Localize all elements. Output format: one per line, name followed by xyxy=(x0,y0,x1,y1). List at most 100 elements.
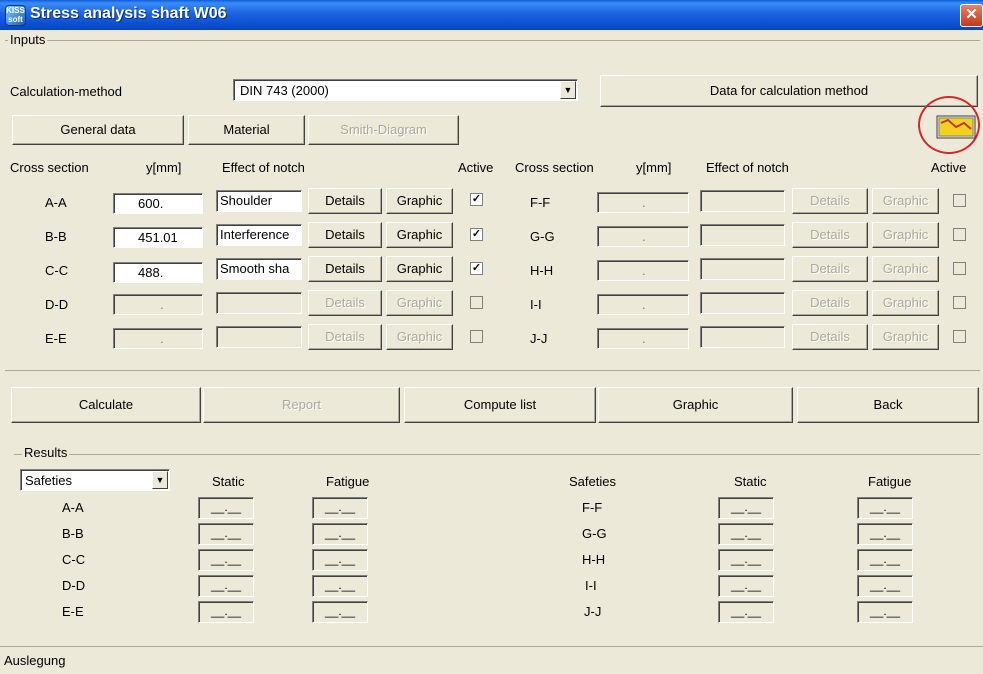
notch-input[interactable]: Interference xyxy=(216,224,302,246)
notch-input[interactable]: Smooth sha xyxy=(216,258,302,280)
y-input[interactable]: . xyxy=(113,328,203,349)
y-input[interactable]: 451.01 xyxy=(113,227,203,248)
notch-input[interactable] xyxy=(216,292,302,314)
notch-input[interactable] xyxy=(700,326,785,348)
notch-input[interactable] xyxy=(700,258,785,280)
back-button[interactable]: Back xyxy=(797,387,979,423)
y-input[interactable]: . xyxy=(597,226,689,247)
fatigue-value: __.__ xyxy=(312,575,368,597)
graphic-button[interactable]: Graphic xyxy=(386,290,453,316)
results-type-value: Safeties xyxy=(25,473,72,488)
calculation-method-select[interactable]: DIN 743 (2000) ▼ xyxy=(233,79,578,101)
compute-list-button[interactable]: Compute list xyxy=(404,387,596,423)
details-button[interactable]: Details xyxy=(308,290,382,316)
section-name: J-J xyxy=(530,331,548,346)
graphic-button[interactable]: Graphic xyxy=(872,290,939,316)
details-button[interactable]: Details xyxy=(308,256,382,282)
header-cross-section: Cross section xyxy=(515,160,594,175)
details-button[interactable]: Details xyxy=(308,222,382,248)
details-button[interactable]: Details xyxy=(308,188,382,214)
details-button[interactable]: Details xyxy=(792,324,868,350)
graphic-main-button[interactable]: Graphic xyxy=(598,387,793,423)
static-value: __.__ xyxy=(198,549,254,571)
graphic-button[interactable]: Graphic xyxy=(872,222,939,248)
chart-graphic-icon[interactable] xyxy=(936,115,976,139)
static-value: __.__ xyxy=(198,575,254,597)
y-input[interactable]: . xyxy=(597,328,689,349)
details-button[interactable]: Details xyxy=(308,324,382,350)
graphic-button[interactable]: Graphic xyxy=(386,256,453,282)
section-name: G-G xyxy=(530,229,555,244)
details-button[interactable]: Details xyxy=(792,256,868,282)
active-checkbox[interactable]: ✓ xyxy=(470,262,483,275)
notch-input[interactable] xyxy=(216,326,302,348)
fatigue-value: __.__ xyxy=(857,601,913,623)
header-y: y[mm] xyxy=(636,160,672,175)
details-button[interactable]: Details xyxy=(792,188,868,214)
title-bar: KISS soft Stress analysis shaft W06 ✕ xyxy=(0,0,983,30)
graphic-button[interactable]: Graphic xyxy=(872,188,939,214)
fatigue-value: __.__ xyxy=(312,601,368,623)
result-row-label: F-F xyxy=(582,500,603,515)
smith-diagram-button[interactable]: Smith-Diagram xyxy=(308,115,459,145)
section-name: E-E xyxy=(45,331,67,346)
header-active: Active xyxy=(931,160,967,175)
static-value: __.__ xyxy=(718,601,774,623)
calculation-method-value: DIN 743 (2000) xyxy=(240,83,329,98)
notch-input[interactable] xyxy=(700,224,785,246)
graphic-button[interactable]: Graphic xyxy=(872,324,939,350)
chevron-down-icon[interactable]: ▼ xyxy=(560,81,576,99)
material-button[interactable]: Material xyxy=(188,115,305,145)
static-value: __.__ xyxy=(198,497,254,519)
fatigue-value: __.__ xyxy=(312,497,368,519)
active-checkbox[interactable] xyxy=(953,262,966,275)
y-input[interactable]: . xyxy=(597,260,689,281)
active-checkbox[interactable] xyxy=(953,296,966,309)
active-checkbox[interactable]: ✓ xyxy=(470,193,483,206)
calculate-button[interactable]: Calculate xyxy=(11,387,201,423)
header-y: y[mm] xyxy=(146,160,182,175)
fatigue-value: __.__ xyxy=(857,523,913,545)
static-value: __.__ xyxy=(198,601,254,623)
notch-input[interactable]: Shoulder xyxy=(216,190,302,212)
fatigue-value: __.__ xyxy=(312,523,368,545)
active-checkbox[interactable] xyxy=(953,228,966,241)
general-data-button[interactable]: General data xyxy=(12,115,184,145)
active-checkbox[interactable] xyxy=(470,330,483,343)
active-checkbox[interactable] xyxy=(953,194,966,207)
graphic-button[interactable]: Graphic xyxy=(386,324,453,350)
notch-input[interactable] xyxy=(700,292,785,314)
results-group-label: Results xyxy=(22,445,70,460)
section-name: F-F xyxy=(530,195,551,210)
y-input[interactable]: . xyxy=(597,192,689,213)
header-effect-of-notch: Effect of notch xyxy=(706,160,789,175)
active-checkbox[interactable]: ✓ xyxy=(470,228,483,241)
graphic-button[interactable]: Graphic xyxy=(386,222,453,248)
chevron-down-icon[interactable]: ▼ xyxy=(152,471,168,489)
header-cross-section: Cross section xyxy=(10,160,89,175)
static-value: __.__ xyxy=(718,575,774,597)
graphic-button[interactable]: Graphic xyxy=(872,256,939,282)
result-row-label: J-J xyxy=(584,604,602,619)
result-row-label: E-E xyxy=(62,604,84,619)
active-checkbox[interactable] xyxy=(953,330,966,343)
section-divider xyxy=(5,370,980,371)
close-button[interactable]: ✕ xyxy=(960,4,983,27)
header-effect-of-notch: Effect of notch xyxy=(222,160,305,175)
y-input[interactable]: 600. xyxy=(113,193,203,214)
inputs-group-label: Inputs xyxy=(8,32,48,47)
graphic-button[interactable]: Graphic xyxy=(386,188,453,214)
results-type-select[interactable]: Safeties ▼ xyxy=(20,469,170,491)
details-button[interactable]: Details xyxy=(792,222,868,248)
details-button[interactable]: Details xyxy=(792,290,868,316)
y-input[interactable]: 488. xyxy=(113,262,203,283)
y-input[interactable]: . xyxy=(597,294,689,315)
status-text: Auslegung xyxy=(4,653,66,668)
result-row-label: C-C xyxy=(62,552,86,567)
data-for-calculation-method-button[interactable]: Data for calculation method xyxy=(600,75,978,107)
window-title: Stress analysis shaft W06 xyxy=(30,5,227,22)
y-input[interactable]: . xyxy=(113,294,203,315)
active-checkbox[interactable] xyxy=(470,296,483,309)
notch-input[interactable] xyxy=(700,190,785,212)
report-button[interactable]: Report xyxy=(203,387,400,423)
